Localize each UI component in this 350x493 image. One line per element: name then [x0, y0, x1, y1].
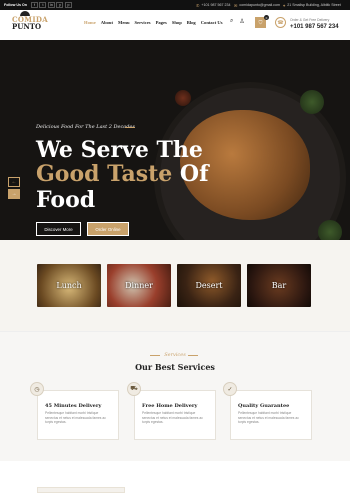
service-desc: Pellentesque habitant morbi tristique se… [45, 411, 106, 425]
next-section-card [37, 487, 125, 493]
tagline-divider [125, 127, 135, 128]
bag-icon: ⛉ [258, 19, 263, 26]
main-nav: Home About Menu Services Pages Shop Blog… [84, 20, 223, 25]
linkedin-icon[interactable]: in [47, 2, 55, 8]
top-bar: Follow Us On f t in y p ✆ +101 987 567 23… [0, 0, 350, 10]
topbar-email[interactable]: ✉ comidapunto@gmail.com [234, 0, 280, 10]
quality-icon: ✓ [223, 382, 237, 396]
nav-blog[interactable]: Blog [187, 20, 196, 25]
delivery-icon: ⛟ [127, 382, 141, 396]
category-card-bar[interactable]: Bar [247, 264, 311, 307]
topbar-address: ⌖ 21 Smallsp Building, Albiitk Street [283, 2, 341, 8]
delivery-label: Order & Get Free Delivery [290, 18, 330, 22]
clock-icon: ◷ [30, 382, 44, 396]
spice-bowl-image [175, 90, 191, 106]
category-card-desert[interactable]: Desert [177, 264, 241, 307]
hero-title-line1: We Serve The [36, 137, 203, 163]
discover-more-button[interactable]: Discover More [36, 222, 81, 236]
nav-shop[interactable]: Shop [172, 20, 182, 25]
service-name: Free Home Delivery [142, 403, 198, 409]
location-icon: ⌖ [283, 2, 286, 8]
service-desc: Pellentesque habitant morbi tristique se… [238, 411, 299, 425]
category-card-dinner[interactable]: Dinner [107, 264, 171, 307]
search-icon[interactable]: ⌕ [230, 18, 233, 25]
nav-contact[interactable]: Contact Us [201, 20, 223, 25]
nav-home[interactable]: Home [84, 20, 96, 25]
twitter-icon[interactable]: t [39, 2, 47, 8]
herb-image [318, 220, 342, 240]
prev-slide-button[interactable]: ← [8, 177, 20, 187]
divider [188, 355, 198, 356]
hero-title-line3: Food [36, 187, 96, 213]
order-online-button[interactable]: Order Online [87, 222, 129, 236]
services-title: Our Best Services [135, 362, 215, 372]
service-desc: Pellentesque habitant morbi tristique se… [142, 411, 203, 425]
next-slide-button[interactable]: → [8, 189, 20, 199]
nav-pages[interactable]: Pages [156, 20, 167, 25]
service-name: Quality Guarantee [238, 403, 290, 409]
mail-icon: ✉ [234, 2, 238, 8]
category-cards: Lunch Dinner Desert Bar [37, 264, 314, 307]
facebook-icon[interactable]: f [30, 2, 38, 8]
hero-title-line2: Good Taste Of [36, 161, 209, 187]
nav-about[interactable]: About [101, 20, 113, 25]
pinterest-icon[interactable]: p [64, 2, 72, 8]
user-icon[interactable]: ♙ [239, 18, 244, 25]
header-icons: ⌕ ♙ [230, 18, 245, 25]
hero-slider: Delicious Food For The Last 2 Decades We… [0, 40, 350, 240]
nav-services[interactable]: Services [135, 20, 151, 25]
site-logo[interactable]: COMIDA PUNTO [12, 11, 48, 38]
header-phone-number[interactable]: +101 987 567 234 [290, 24, 339, 30]
hero-tagline: Delicious Food For The Last 2 Decades [36, 124, 135, 130]
nav-menu[interactable]: Menu [118, 20, 129, 25]
chef-hat-icon [20, 11, 30, 16]
youtube-icon[interactable]: y [56, 2, 64, 8]
headset-icon: ☎ [275, 17, 286, 28]
follow-label: Follow Us On [4, 3, 27, 7]
service-name: 45 Minutes Delivery [45, 403, 102, 409]
cart-count-badge: 0 [264, 15, 269, 20]
herb-image [300, 90, 324, 114]
topbar-phone[interactable]: ✆ +101 987 567 234 [196, 0, 230, 10]
phone-icon: ✆ [196, 2, 200, 8]
category-card-lunch[interactable]: Lunch [37, 264, 101, 307]
services-subtitle: Services [164, 352, 186, 358]
